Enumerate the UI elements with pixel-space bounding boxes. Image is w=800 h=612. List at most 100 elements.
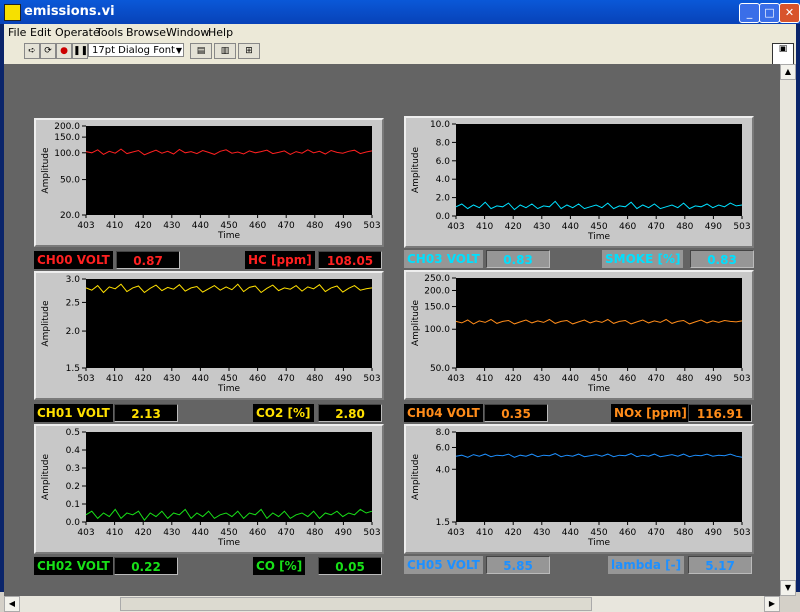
graph-co[interactable]: 0.5 0.4 0.3 0.2 0.1 0.0 403 410 420 430 440 450 460 4…: [34, 424, 384, 554]
window: emissions.vi _ □ ✕ File Edit Operate Too…: [0, 0, 800, 612]
graph-co2[interactable]: 3.0 2.5 2.0 1.5 503 410 420 430 440 450 460 470 480 4…: [34, 271, 384, 400]
x-tick-label: 503: [363, 374, 380, 384]
x-tick-label: 430: [163, 528, 180, 538]
y-tick-label: 100.0: [54, 149, 80, 159]
y-tick-label: 8.0: [436, 428, 451, 438]
scroll-up-icon[interactable]: ▲: [780, 64, 796, 80]
x-tick-label: 470: [278, 528, 295, 538]
x-tick-label: 490: [705, 528, 722, 538]
reorder-objects-icon[interactable]: ⊞: [238, 43, 260, 59]
x-tick-label: 440: [562, 374, 579, 384]
x-tick-label: 503: [363, 528, 380, 538]
x-tick-label: 470: [648, 222, 665, 232]
x-tick-label: 410: [106, 374, 123, 384]
nox-label: NOx [ppm]: [611, 404, 690, 422]
y-tick-label: 6.0: [436, 443, 451, 453]
scroll-right-icon[interactable]: ▶: [764, 596, 780, 612]
y-tick-label: 0.3: [66, 464, 80, 474]
lambda-label: lambda [-]: [608, 556, 685, 574]
y-tick-label: 2.5: [66, 298, 80, 308]
y-axis-label: Amplitude: [411, 146, 421, 193]
x-tick-label: 490: [335, 528, 352, 538]
y-axis-label: Amplitude: [411, 453, 421, 500]
x-tick-label: 460: [249, 221, 266, 231]
labview-vi-icon: [4, 4, 21, 21]
x-tick-label: 460: [249, 528, 266, 538]
horizontal-scrollbar[interactable]: ◀ ▶: [4, 596, 780, 612]
align-objects-icon[interactable]: ▤: [190, 43, 212, 59]
plot-area: [456, 124, 742, 216]
horizontal-scroll-thumb[interactable]: [120, 597, 592, 611]
chart-svg: 250.0 200.0 150.0 100.0 50.0403 410 420 430 440 4…: [411, 274, 751, 394]
pause-icon[interactable]: ❚❚: [72, 43, 88, 59]
menu-edit[interactable]: Edit: [30, 26, 51, 39]
plot-area: [456, 432, 742, 522]
plot-area: [86, 432, 372, 522]
run-arrow-icon[interactable]: ➪: [24, 43, 40, 59]
x-tick-label: 470: [648, 374, 665, 384]
y-tick-label: 2.0: [66, 327, 81, 337]
x-tick-label: 440: [192, 528, 209, 538]
graph-smoke[interactable]: 10.0 8.0 6.0 4.0 2.0 0.0 403 410 420 430 440 450 460…: [404, 116, 754, 248]
menu-help[interactable]: Help: [208, 26, 233, 39]
minimize-button[interactable]: _: [739, 3, 760, 23]
x-tick-label: 410: [106, 528, 123, 538]
y-tick-label: 10.0: [430, 120, 450, 130]
menu-tools[interactable]: Tools: [96, 26, 123, 39]
x-axis-label: Time: [217, 538, 240, 548]
y-tick-label: 1.5: [436, 518, 450, 528]
y-tick-label: 0.2: [66, 482, 80, 492]
maximize-button[interactable]: □: [759, 3, 780, 23]
ch02-volt-label: CH02 VOLT: [34, 557, 113, 575]
x-tick-label: 430: [533, 374, 550, 384]
graph-nox[interactable]: 250.0 200.0 150.0 100.0 50.0 403 410 420 430 440 4…: [404, 270, 754, 400]
smoke-value: 0.83: [690, 250, 754, 268]
x-tick-label: 440: [192, 374, 209, 384]
co-label: CO [%]: [253, 557, 306, 575]
x-tick-label: 450: [220, 528, 237, 538]
title-bar[interactable]: emissions.vi _ □ ✕: [0, 0, 800, 24]
x-tick-label: 460: [619, 222, 636, 232]
x-tick-label: 420: [135, 221, 152, 231]
y-tick-label: 4.0: [436, 465, 451, 475]
x-tick-label: 503: [733, 374, 750, 384]
font-select[interactable]: 17pt Dialog Font ▼: [88, 43, 184, 57]
x-tick-label: 480: [306, 374, 323, 384]
scroll-down-icon[interactable]: ▼: [780, 580, 796, 596]
hc-ppm-label: HC [ppm]: [245, 251, 315, 269]
x-axis-label: Time: [587, 384, 610, 394]
run-continuously-icon[interactable]: ⟳: [40, 43, 56, 59]
y-axis-label: Amplitude: [41, 453, 51, 500]
lambda-value: 5.17: [688, 556, 752, 574]
ch00-volt-value: 0.87: [116, 251, 180, 269]
distribute-objects-icon[interactable]: ▥: [214, 43, 236, 59]
graph-hc[interactable]: 200.0 150.0 100.0 50.0 20.0 403 410 420 430 440 45…: [34, 118, 384, 247]
x-tick-label: 450: [590, 374, 607, 384]
plot-area: [86, 279, 372, 368]
scroll-left-icon[interactable]: ◀: [4, 596, 20, 612]
close-button[interactable]: ✕: [779, 3, 800, 23]
graph-lambda[interactable]: 8.0 6.0 4.0 1.5 403 410 420 430 440 450 460 470 480 4…: [404, 424, 754, 554]
chart-svg: 8.0 6.0 4.0 1.5403 410 420 430 440 450 460 470 480 4…: [411, 428, 751, 548]
x-tick-label: 480: [676, 528, 693, 538]
menu-window[interactable]: Window: [166, 26, 209, 39]
menu-file[interactable]: File: [8, 26, 26, 39]
x-tick-label: 503: [733, 222, 750, 232]
x-tick-label: 470: [278, 374, 295, 384]
chevron-down-icon: ▼: [175, 46, 182, 55]
co2-label: CO2 [%]: [253, 404, 314, 422]
menu-operate[interactable]: Operate: [55, 26, 100, 39]
y-tick-label: 200.0: [424, 286, 450, 296]
abort-icon[interactable]: ●: [56, 43, 72, 59]
x-tick-label: 470: [278, 221, 295, 231]
x-tick-label: 450: [220, 374, 237, 384]
co2-value: 2.80: [318, 404, 382, 422]
ch01-volt-value: 2.13: [114, 404, 178, 422]
menu-browse[interactable]: Browse: [126, 26, 166, 39]
x-tick-label: 490: [705, 222, 722, 232]
vertical-scrollbar[interactable]: ▲ ▼: [780, 64, 796, 596]
x-tick-label: 480: [676, 222, 693, 232]
x-tick-label: 450: [590, 528, 607, 538]
menu-bar: File Edit Operate Tools Browse Window He…: [4, 24, 796, 41]
client-area: File Edit Operate Tools Browse Window He…: [4, 24, 796, 612]
